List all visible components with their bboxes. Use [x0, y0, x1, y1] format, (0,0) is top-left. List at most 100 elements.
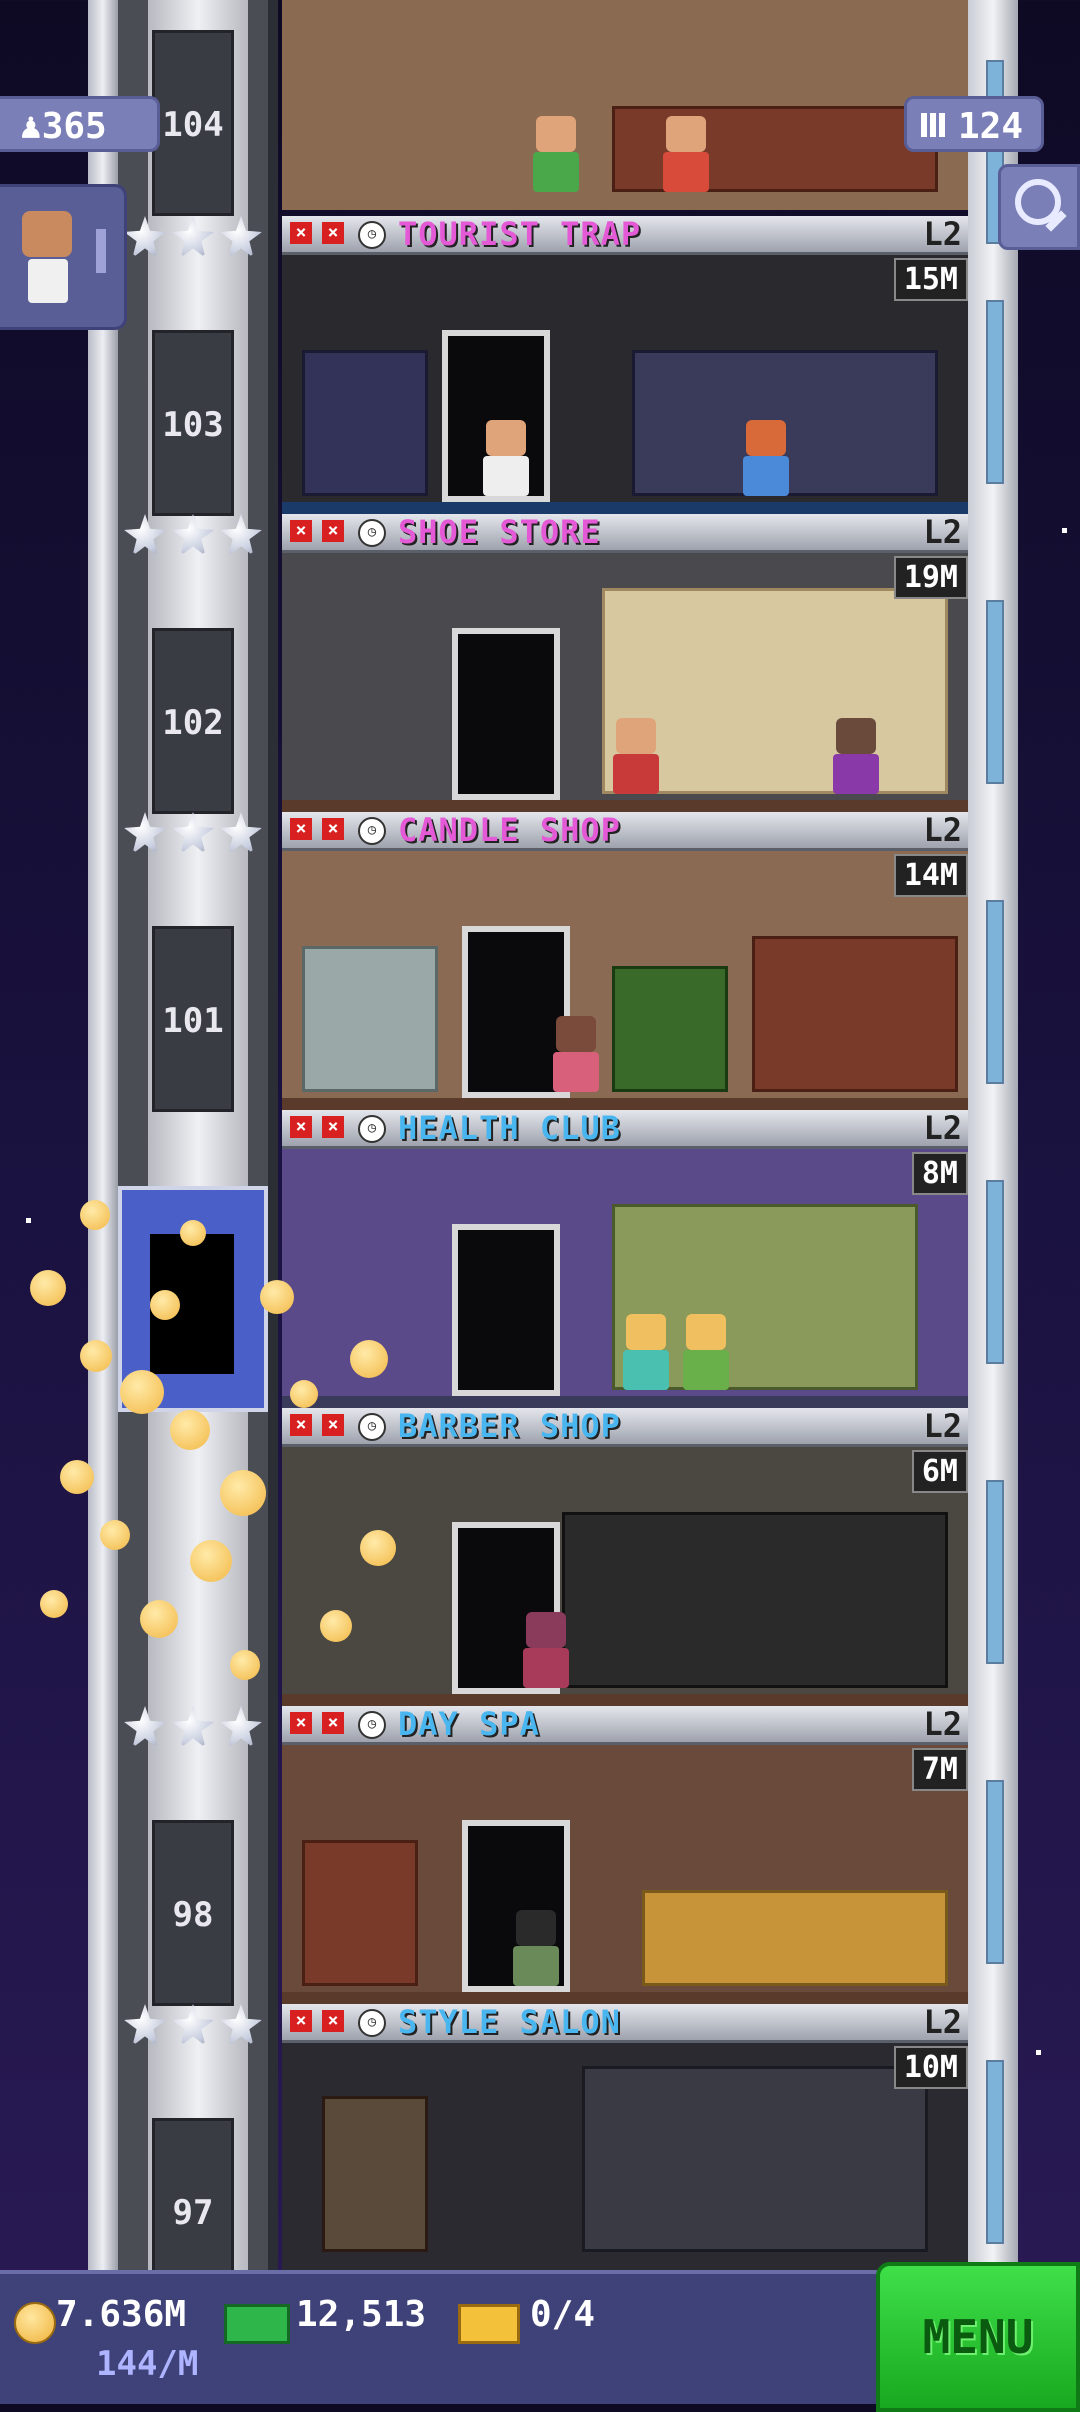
- coin-balance: 7.636M: [56, 2294, 187, 2335]
- window: [986, 1480, 1004, 1664]
- resident[interactable]: [512, 1910, 560, 1986]
- star-icon: [172, 216, 214, 258]
- shaft-floor-98: 98: [152, 1820, 234, 2006]
- shelf: [612, 106, 938, 192]
- floor-label-bar: × × ◷ HEALTH CLUB L2: [282, 1110, 968, 1149]
- shaft-floor-104: 104: [152, 30, 234, 216]
- room-interior: [282, 2043, 968, 2270]
- tower-left-wall: [88, 0, 118, 2270]
- missing-stock-icon: ×: [322, 1712, 344, 1734]
- resident[interactable]: [552, 1016, 600, 1092]
- floor-level: L2: [923, 811, 962, 849]
- missing-stock-icon: ×: [322, 1414, 344, 1436]
- missing-stock-icon: ×: [290, 2010, 312, 2032]
- visitor-notification-button[interactable]: [0, 184, 127, 330]
- floor-level: L2: [923, 1407, 962, 1445]
- floor-earnings: 10M: [893, 2046, 968, 2089]
- resident[interactable]: [482, 420, 530, 496]
- tower-right-wall: [968, 0, 1018, 2270]
- person-icon: ♟: [20, 106, 42, 147]
- window: [986, 1780, 1004, 1964]
- missing-stock-icon: ×: [322, 222, 344, 244]
- visitor-avatar: [22, 211, 72, 257]
- shelf: [322, 2096, 428, 2252]
- shaft-floor-97: 97: [152, 2118, 234, 2274]
- floor-health-club[interactable]: × × ◷ HEALTH CLUB L2 8M: [282, 1110, 968, 1408]
- clock-icon: ◷: [358, 519, 386, 547]
- floor-level: L2: [923, 1705, 962, 1743]
- resident[interactable]: [742, 420, 790, 496]
- resident[interactable]: [622, 1314, 670, 1390]
- shelf: [752, 936, 958, 1092]
- floor-barber-shop[interactable]: × × ◷ BARBER SHOP L2 6M: [282, 1408, 968, 1706]
- floor-number: 98: [172, 1895, 214, 1935]
- star-icon: [172, 514, 214, 556]
- star-icon: [220, 812, 262, 854]
- elevator-cable: [268, 0, 278, 2270]
- star-icon: [124, 514, 166, 556]
- elevator-doorway: [150, 1234, 234, 1374]
- coin-icon: [14, 2302, 56, 2344]
- floor-name: TOURIST TRAP: [398, 215, 642, 253]
- menu-button[interactable]: MENU: [876, 2262, 1080, 2412]
- missing-stock-icon: ×: [290, 222, 312, 244]
- floor-shoe-store[interactable]: × × ◷ SHOE STORE L2 19M: [282, 514, 968, 812]
- clock-icon: ◷: [358, 817, 386, 845]
- floor-level: L2: [923, 1109, 962, 1147]
- resident[interactable]: [532, 116, 580, 192]
- vip-ticket-count: 0/4: [530, 2294, 596, 2335]
- shelf: [302, 946, 438, 1092]
- resident[interactable]: [662, 116, 710, 192]
- floor-number: 103: [162, 405, 224, 445]
- door: [452, 1224, 560, 1396]
- star-icon: [124, 2004, 166, 2046]
- shelf: [562, 1512, 948, 1688]
- room-interior: [282, 851, 968, 1110]
- floor-stars: [124, 1706, 262, 1748]
- resident[interactable]: [832, 718, 880, 794]
- shaft-floor-101: 101: [152, 926, 234, 1112]
- golden-ticket-icon: [458, 2304, 520, 2344]
- floor-style-salon[interactable]: × × ◷ STYLE SALON L2 10M: [282, 2004, 968, 2270]
- floor-earnings: 19M: [893, 556, 968, 599]
- population-value: 365: [41, 106, 107, 147]
- floor-tourist-trap[interactable]: × × ◷ TOURIST TRAP L2 15M: [282, 216, 968, 514]
- room-interior: [282, 1745, 968, 2004]
- missing-stock-icon: ×: [290, 1414, 312, 1436]
- coin-rate: 144/M: [96, 2344, 199, 2384]
- missing-stock-icon: ×: [290, 818, 312, 840]
- floor-104-room[interactable]: [282, 0, 968, 210]
- floor-earnings: 15M: [893, 258, 968, 301]
- floor-stars: [124, 216, 262, 258]
- floor-level: L2: [923, 215, 962, 253]
- floor-earnings: 6M: [911, 1450, 968, 1493]
- clock-icon: ◷: [358, 2009, 386, 2037]
- shelf: [642, 1890, 948, 1986]
- search-button[interactable]: [998, 164, 1080, 250]
- floor-stars: [124, 514, 262, 556]
- window: [986, 1180, 1004, 1364]
- floor-earnings: 7M: [911, 1748, 968, 1791]
- floor-name: BARBER SHOP: [398, 1407, 621, 1445]
- floor-label-bar: × × ◷ SHOE STORE L2: [282, 514, 968, 553]
- population-counter[interactable]: ♟365: [0, 96, 160, 152]
- resident[interactable]: [682, 1314, 730, 1390]
- resident[interactable]: [612, 718, 660, 794]
- missing-stock-icon: ×: [322, 2010, 344, 2032]
- floor-counter[interactable]: 124: [904, 96, 1044, 152]
- star-icon: [220, 216, 262, 258]
- shelf: [302, 1840, 418, 1986]
- clock-icon: ◷: [358, 1413, 386, 1441]
- resident[interactable]: [522, 1612, 570, 1688]
- floor-day-spa[interactable]: × × ◷ DAY SPA L2 7M: [282, 1706, 968, 2004]
- clock-icon: ◷: [358, 1115, 386, 1143]
- shelf: [302, 350, 428, 496]
- floor-earnings: 14M: [893, 854, 968, 897]
- floor-number: 101: [162, 1001, 224, 1041]
- elevator-cabin[interactable]: [118, 1186, 268, 1412]
- door: [452, 628, 560, 800]
- star-icon: [124, 812, 166, 854]
- star-icon: [220, 2004, 262, 2046]
- star-icon: [172, 2004, 214, 2046]
- floor-candle-shop[interactable]: × × ◷ CANDLE SHOP L2 14M: [282, 812, 968, 1110]
